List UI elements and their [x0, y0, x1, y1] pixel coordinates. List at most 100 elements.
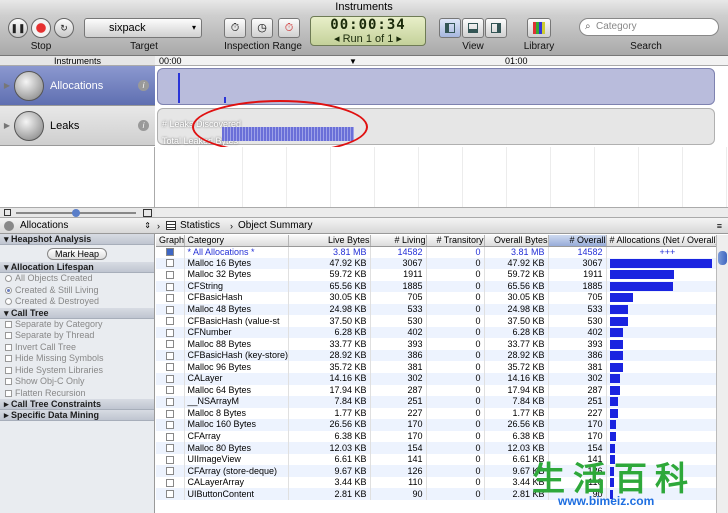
info-icon[interactable]: i	[138, 80, 149, 91]
checkbox-icon[interactable]	[165, 270, 174, 279]
lifespan-option-destroyed[interactable]: Created & Destroyed	[0, 296, 154, 308]
instrument-nav[interactable]: Allocations ⇕	[0, 218, 155, 234]
checkbox-icon[interactable]	[165, 374, 174, 383]
table-row[interactable]: Malloc 160 Bytes 26.56 KB 170 0 26.56 KB 170	[156, 419, 716, 431]
heapshot-section[interactable]: ▾ Heapshot Analysis	[0, 234, 154, 245]
checkbox-icon[interactable]	[165, 467, 174, 476]
checkbox-icon[interactable]	[165, 478, 174, 487]
column-header[interactable]: # Overall	[548, 235, 607, 247]
table-row[interactable]: CFString 65.56 KB 1885 0 65.56 KB 1885	[156, 280, 716, 293]
table-row[interactable]: Malloc 88 Bytes 33.77 KB 393 0 33.77 KB 393	[156, 338, 716, 350]
table-row[interactable]: CFBasicHash (key-store) 28.92 KB 386 0 28.92…	[156, 349, 716, 362]
checkbox-icon[interactable]	[165, 282, 174, 291]
playhead-marker[interactable]: ▼	[349, 57, 357, 66]
checkbox-icon[interactable]	[165, 328, 174, 337]
column-header[interactable]: Graph	[156, 235, 185, 247]
table-row[interactable]: Malloc 8 Bytes 1.77 KB 227 0 1.77 KB 227	[156, 407, 716, 420]
table-row[interactable]: Malloc 48 Bytes 24.98 KB 533 0 24.98 KB 533	[156, 303, 716, 316]
allocations-track[interactable]	[157, 68, 715, 105]
checkbox-icon[interactable]	[165, 432, 174, 441]
checkbox-icon[interactable]	[165, 398, 174, 406]
nav-view[interactable]: Statistics	[180, 218, 220, 234]
checkbox-icon[interactable]	[165, 363, 174, 372]
checkbox-icon[interactable]	[165, 455, 174, 464]
table-row[interactable]: * All Allocations * 3.81 MB 14582 0 3.81 MB 1…	[156, 246, 716, 258]
nav-summary[interactable]: Object Summary	[238, 218, 312, 234]
range-start-button[interactable]: ⏱	[224, 18, 246, 38]
instrument-name: Allocations	[50, 79, 104, 92]
instrument-leaks[interactable]: ▶ Leaks i	[0, 106, 155, 146]
view-detail-button[interactable]	[462, 18, 484, 38]
checkbox-icon[interactable]	[165, 386, 174, 395]
column-header[interactable]: Live Bytes	[288, 235, 371, 247]
menu-lines-icon[interactable]: ≡	[717, 218, 722, 234]
column-header[interactable]: # Allocations (Net / Overall)	[606, 235, 716, 247]
checkbox-icon[interactable]	[165, 490, 174, 499]
column-header[interactable]: # Transitory	[426, 235, 485, 247]
table-row[interactable]: CFNumber 6.28 KB 402 0 6.28 KB 402	[156, 326, 716, 339]
cell-live-bytes: 6.61 KB	[288, 453, 371, 466]
track-height-slider[interactable]	[0, 207, 155, 218]
range-end-button[interactable]: ⏱	[278, 18, 300, 38]
target-select[interactable]: sixpack ▾	[84, 18, 202, 38]
lifespan-option-all[interactable]: All Objects Created	[0, 273, 154, 285]
table-row[interactable]: Malloc 32 Bytes 59.72 KB 1911 0 59.72 KB 1911	[156, 269, 716, 281]
view-extended-button[interactable]	[485, 18, 507, 38]
column-header[interactable]: Category	[184, 235, 289, 247]
checkbox-icon[interactable]	[165, 409, 174, 418]
range-clear-button[interactable]: ◷	[251, 18, 273, 38]
search-input[interactable]: ⌕ Category	[579, 18, 719, 36]
cell-allocations-graph	[606, 326, 716, 339]
table-row[interactable]: CFArray 6.38 KB 170 0 6.38 KB 170	[156, 430, 716, 443]
timeline-scrollbar[interactable]	[155, 207, 728, 218]
column-header[interactable]: Overall Bytes	[484, 235, 549, 247]
disclosure-triangle-icon[interactable]: ▶	[0, 81, 14, 90]
time-ruler[interactable]: 00:00 ▼ 01:00	[155, 56, 728, 66]
table-row[interactable]: CFBasicHash (value-st 37.50 KB 530 0 37.50 K…	[156, 315, 716, 327]
constraints-section[interactable]: ▸ Call Tree Constraints	[0, 399, 154, 410]
cell-overall-bytes: 14.16 KB	[484, 373, 549, 385]
calltree-option[interactable]: Separate by Category	[0, 319, 154, 331]
calltree-option[interactable]: Hide Missing Symbols	[0, 353, 154, 365]
checkbox-icon[interactable]	[165, 317, 174, 326]
table-row[interactable]: Malloc 16 Bytes 47.92 KB 3067 0 47.92 KB 3067	[156, 257, 716, 270]
mark-heap-button[interactable]: Mark Heap	[47, 248, 107, 260]
table-row[interactable]: Malloc 64 Bytes 17.94 KB 287 0 17.94 KB 287	[156, 384, 716, 397]
pause-button[interactable]: ❚❚	[8, 18, 28, 38]
checkbox-icon[interactable]	[165, 259, 174, 268]
view-instruments-button[interactable]	[439, 18, 461, 38]
table-row[interactable]: CFBasicHash 30.05 KB 705 0 30.05 KB 705	[156, 292, 716, 304]
calltree-option[interactable]: Hide System Libraries	[0, 365, 154, 377]
table-row[interactable]: CALayer 14.16 KB 302 0 14.16 KB 302	[156, 373, 716, 385]
table-row[interactable]: __NSArrayM 7.84 KB 251 0 7.84 KB 251	[156, 396, 716, 408]
stop-button[interactable]	[31, 18, 51, 38]
run-selector[interactable]: ◂ Run 1 of 1 ▸	[311, 33, 425, 45]
calltree-option[interactable]: Separate by Thread	[0, 330, 154, 342]
checkbox-icon[interactable]	[165, 305, 174, 314]
checkbox-icon[interactable]	[165, 421, 174, 430]
lifespan-option-living[interactable]: Created & Still Living	[0, 285, 154, 297]
restart-button[interactable]: ↻	[54, 18, 74, 38]
library-button[interactable]	[527, 18, 551, 38]
checkbox-icon[interactable]	[165, 351, 174, 360]
calltree-section[interactable]: ▾ Call Tree	[0, 307, 154, 319]
calltree-option[interactable]: Show Obj-C Only	[0, 376, 154, 388]
checkbox-icon[interactable]	[165, 340, 174, 349]
cell-graph	[156, 326, 185, 339]
calltree-option[interactable]: Invert Call Tree	[0, 342, 154, 354]
calltree-option[interactable]: Flatten Recursion	[0, 388, 154, 400]
checkbox-icon[interactable]	[165, 294, 174, 303]
instrument-allocations[interactable]: ▶ Allocations i	[0, 66, 155, 106]
slider-knob[interactable]	[72, 209, 80, 217]
disclosure-triangle-icon[interactable]: ▶	[0, 121, 14, 130]
checkbox-icon[interactable]	[165, 444, 174, 453]
table-row[interactable]: Malloc 96 Bytes 35.72 KB 381 0 35.72 KB 381	[156, 361, 716, 374]
lifespan-section[interactable]: ▾ Allocation Lifespan	[0, 262, 154, 273]
info-icon[interactable]: i	[138, 120, 149, 131]
cell-overall: 251	[548, 396, 607, 408]
cell-allocations-graph	[606, 269, 716, 281]
mining-section[interactable]: ▸ Specific Data Mining	[0, 410, 154, 421]
column-header[interactable]: # Living	[370, 235, 427, 247]
scroll-thumb[interactable]	[718, 251, 727, 265]
checkbox-checked-icon[interactable]	[165, 248, 174, 257]
